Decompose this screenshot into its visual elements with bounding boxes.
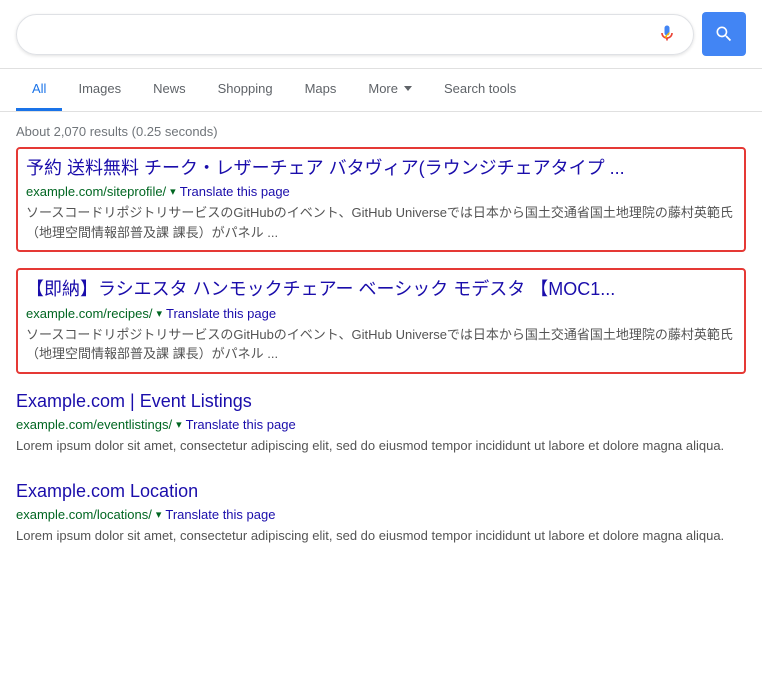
result-dropdown-arrow-2[interactable]: ▾ (156, 307, 162, 320)
result-url-line-2: example.com/recipes/ ▾ Translate this pa… (26, 306, 736, 321)
result-title-4[interactable]: Example.com Location (16, 480, 746, 503)
result-url-1: example.com/siteprofile/ (26, 184, 166, 199)
result-url-4: example.com/locations/ (16, 507, 152, 522)
result-title-1[interactable]: 予約 送料無料 チーク・レザーチェア バタヴィア(ラウンジチェアタイプ ... (26, 157, 736, 180)
result-translate-1[interactable]: Translate this page (180, 184, 290, 199)
result-url-line-4: example.com/locations/ ▾ Translate this … (16, 507, 746, 522)
mic-icon (657, 23, 677, 43)
results-count: About 2,070 results (0.25 seconds) (0, 112, 762, 147)
tab-shopping[interactable]: Shopping (202, 69, 289, 111)
result-title-3[interactable]: Example.com | Event Listings (16, 390, 746, 413)
result-snippet-1: ソースコードリポジトリサービスのGitHubのイベント、GitHub Unive… (26, 203, 736, 242)
result-item-1: 予約 送料無料 チーク・レザーチェア バタヴィア(ラウンジチェアタイプ ... … (16, 147, 746, 252)
mic-button[interactable] (657, 23, 677, 46)
result-item-3: Example.com | Event Listings example.com… (16, 390, 746, 456)
result-url-2: example.com/recipes/ (26, 306, 152, 321)
more-chevron-icon (404, 86, 412, 91)
result-title-2[interactable]: 【即納】ラシエスタ ハンモックチェアー ベーシック モデスタ 【MOC1... (26, 278, 736, 301)
tab-images[interactable]: Images (62, 69, 137, 111)
tab-maps[interactable]: Maps (289, 69, 353, 111)
result-item-4: Example.com Location example.com/locatio… (16, 480, 746, 546)
result-translate-3[interactable]: Translate this page (186, 417, 296, 432)
tab-all[interactable]: All (16, 69, 62, 111)
result-url-line-1: example.com/siteprofile/ ▾ Translate thi… (26, 184, 736, 199)
result-dropdown-arrow-3[interactable]: ▾ (176, 418, 182, 431)
result-translate-2[interactable]: Translate this page (166, 306, 276, 321)
nav-tabs: All Images News Shopping Maps More Searc… (0, 69, 762, 112)
result-snippet-4: Lorem ipsum dolor sit amet, consectetur … (16, 526, 746, 546)
tab-news[interactable]: News (137, 69, 202, 111)
result-item-2: 【即納】ラシエスタ ハンモックチェアー ベーシック モデスタ 【MOC1... … (16, 268, 746, 373)
result-snippet-2: ソースコードリポジトリサービスのGitHubのイベント、GitHub Unive… (26, 325, 736, 364)
result-dropdown-arrow-1[interactable]: ▾ (170, 185, 176, 198)
result-dropdown-arrow-4[interactable]: ▾ (156, 508, 162, 521)
search-input[interactable]: site:example.com/ (33, 25, 649, 43)
search-bar-container: site:example.com/ (0, 0, 762, 69)
result-snippet-3: Lorem ipsum dolor sit amet, consectetur … (16, 436, 746, 456)
results-list: 予約 送料無料 チーク・レザーチェア バタヴィア(ラウンジチェアタイプ ... … (0, 147, 762, 546)
search-button[interactable] (702, 12, 746, 56)
tab-search-tools[interactable]: Search tools (428, 69, 532, 111)
result-translate-4[interactable]: Translate this page (165, 507, 275, 522)
search-input-wrapper: site:example.com/ (16, 14, 694, 55)
search-icon (714, 24, 734, 44)
result-url-3: example.com/eventlistings/ (16, 417, 172, 432)
tab-more[interactable]: More (352, 69, 428, 111)
result-url-line-3: example.com/eventlistings/ ▾ Translate t… (16, 417, 746, 432)
